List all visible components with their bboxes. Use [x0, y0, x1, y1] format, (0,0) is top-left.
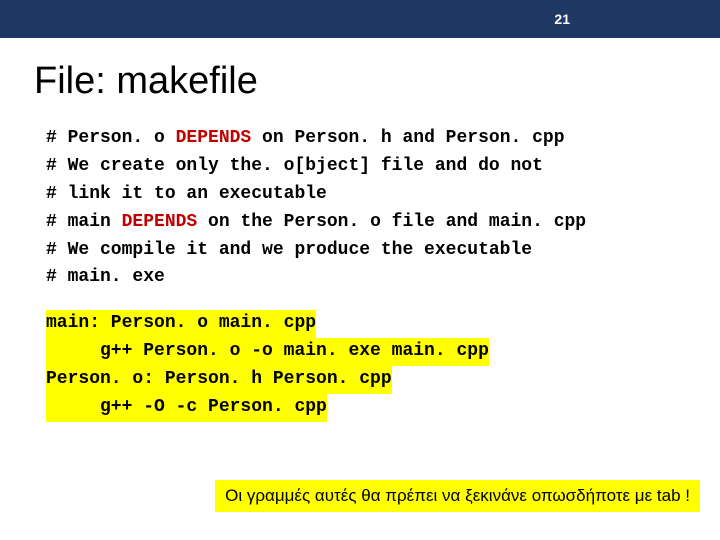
make-command: g++ -O -c Person. cpp	[46, 394, 720, 422]
comment-line: # Person. o DEPENDS on Person. h and Per…	[46, 125, 720, 153]
makefile-code: # Person. o DEPENDS on Person. h and Per…	[46, 125, 720, 422]
keyword-depends: DEPENDS	[122, 212, 198, 232]
comment-line: # We compile it and we produce the execu…	[46, 237, 720, 265]
comment-line: # We create only the. o[bject] file and …	[46, 153, 720, 181]
comment-line: # main DEPENDS on the Person. o file and…	[46, 209, 720, 237]
make-command: g++ Person. o -o main. exe main. cpp	[46, 338, 720, 366]
slide-title: File: makefile	[34, 60, 720, 103]
page-number: 21	[554, 11, 570, 27]
header-bar: 21	[0, 0, 720, 38]
comment-line: # main. exe	[46, 264, 720, 292]
comment-line: # link it to an executable	[46, 181, 720, 209]
keyword-depends: DEPENDS	[176, 128, 252, 148]
make-target: Person. o: Person. h Person. cpp	[46, 366, 720, 394]
footer-note: Οι γραμμές αυτές θα πρέπει να ξεκινάνε ο…	[215, 480, 700, 512]
make-target: main: Person. o main. cpp	[46, 310, 720, 338]
